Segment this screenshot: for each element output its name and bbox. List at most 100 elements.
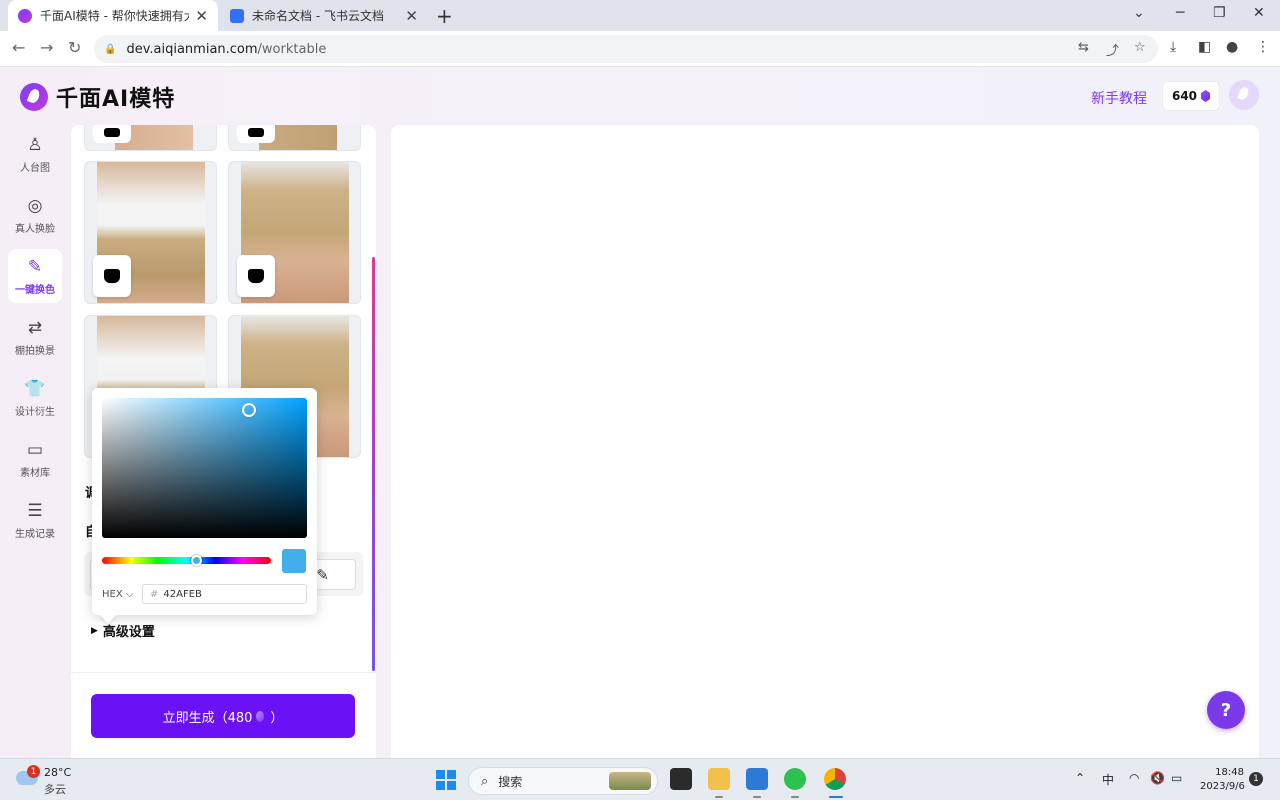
sidebar-item-scene-swap[interactable]: ⇄ 棚拍换景 — [8, 310, 62, 364]
sidebar-item-mannequin[interactable]: ♙ 人台图 — [8, 127, 62, 181]
qianmian-favicon-icon — [18, 8, 32, 23]
side-panel-icon[interactable]: ◧ — [1198, 39, 1211, 55]
garment-thumbnail[interactable] — [228, 125, 361, 151]
garment-thumbnail[interactable] — [84, 125, 217, 151]
eyedropper-icon: ✎ — [316, 565, 329, 584]
tab-feishu-doc[interactable]: 未命名文档 - 飞书云文档 ✕ — [220, 0, 428, 31]
forward-arrow-icon[interactable]: → — [40, 38, 53, 57]
caret-right-icon: ▶ — [91, 625, 98, 636]
panel-scrollbar[interactable] — [372, 257, 375, 671]
tshirt-icon: 👕 — [24, 378, 46, 399]
brand-name: 千面AI模特 — [56, 87, 176, 112]
garment-mask-icon — [93, 125, 131, 143]
generate-button[interactable]: 立即生成（480 ） — [91, 694, 355, 738]
windows-taskbar: 1 28°C 多云 ⌕ 搜索 ⌃ 中 ◠ 🔇 ▭ 18:48 2023/9/6 … — [0, 758, 1280, 800]
hex-input[interactable]: # 42AFEB — [142, 584, 307, 604]
url-text: dev.aiqianmian.com/worktable — [126, 42, 326, 57]
app-root: 千面AI模特 新手教程 640 ♙ 人台图 ◎ 真人换脸 ✎ 一键换色 ⇄ 棚拍… — [0, 67, 1280, 758]
close-tab-icon[interactable]: ✕ — [405, 7, 418, 25]
sidebar-item-history[interactable]: ☰ 生成记录 — [8, 493, 62, 547]
tab-title: 千面AI模特 - 帮你快速拥有大牌同 — [40, 9, 189, 23]
search-highlight-image — [609, 772, 651, 790]
color-preview — [282, 549, 306, 573]
advanced-settings-toggle[interactable]: ▶ 高级设置 — [91, 621, 155, 640]
battery-icon[interactable]: ▭ — [1171, 771, 1182, 785]
skirt-mask-icon — [93, 255, 131, 297]
wifi-icon[interactable]: ◠ — [1129, 771, 1139, 785]
browser-menu-icon[interactable]: ⋮ — [1256, 39, 1270, 55]
result-canvas — [391, 125, 1259, 758]
volume-muted-icon[interactable]: 🔇 — [1150, 771, 1165, 785]
hue-slider[interactable] — [102, 557, 271, 564]
saturation-value-area[interactable] — [102, 398, 307, 538]
credits-badge[interactable]: 640 — [1162, 81, 1220, 111]
avatar[interactable] — [1229, 80, 1259, 110]
url-host: dev.aiqianmian.com — [126, 41, 258, 57]
reload-icon[interactable]: ↻ — [68, 38, 81, 57]
help-button[interactable]: ? — [1207, 691, 1245, 729]
mail-app-icon[interactable] — [746, 768, 768, 790]
close-tab-icon[interactable]: ✕ — [195, 7, 208, 25]
sidebar-item-label: 一键换色 — [15, 284, 55, 296]
garment-thumbnail[interactable] — [84, 161, 217, 304]
chrome-icon[interactable] — [824, 768, 846, 790]
saturation-handle[interactable] — [242, 403, 256, 417]
weather-badge: 1 — [27, 765, 40, 778]
thumbnail-row-partial — [84, 125, 361, 151]
tab-search-chevron-icon[interactable]: ⌄ — [1133, 5, 1145, 21]
clock-time: 18:48 — [1215, 767, 1244, 778]
color-picker-popover: HEX ⌵ # 42AFEB — [92, 388, 317, 615]
sidebar: ♙ 人台图 ◎ 真人换脸 ✎ 一键换色 ⇄ 棚拍换景 👕 设计衍生 ▭ 素材库 … — [8, 127, 62, 554]
url-path: /worktable — [257, 41, 327, 57]
paint-bucket-icon: ✎ — [27, 256, 43, 277]
credits-count: 640 — [1171, 89, 1198, 103]
lock-icon: 🔒 — [104, 43, 117, 55]
back-arrow-icon[interactable]: ← — [12, 38, 25, 57]
sidebar-item-library[interactable]: ▭ 素材库 — [8, 432, 62, 486]
hex-value: 42AFEB — [163, 588, 202, 600]
ime-indicator[interactable]: 中 — [1102, 771, 1114, 788]
sidebar-item-design[interactable]: 👕 设计衍生 — [8, 371, 62, 425]
color-format-select[interactable]: HEX ⌵ — [102, 589, 133, 600]
list-icon: ☰ — [27, 500, 43, 521]
restore-button[interactable]: ❐ — [1213, 5, 1226, 21]
task-view-icon[interactable] — [670, 768, 692, 790]
share-icon[interactable]: ⤴ — [1106, 40, 1119, 59]
download-icon[interactable]: ⤓ — [1170, 39, 1176, 55]
taskbar-search[interactable]: ⌕ 搜索 — [468, 767, 658, 795]
url-omnibox[interactable]: 🔒 dev.aiqianmian.com/worktable ⇆ ⤴ ☆ — [94, 35, 1158, 63]
tutorial-link[interactable]: 新手教程 — [1091, 88, 1147, 108]
weather-desc: 多云 — [44, 783, 66, 796]
wechat-icon[interactable] — [784, 768, 806, 790]
running-indicator — [753, 796, 761, 798]
sidebar-item-label: 素材库 — [20, 467, 50, 479]
garment-thumbnail[interactable] — [228, 161, 361, 304]
gem-icon — [1201, 90, 1211, 102]
hue-slider-handle[interactable] — [191, 555, 202, 566]
notification-badge[interactable]: 1 — [1249, 772, 1263, 786]
brand[interactable]: 千面AI模特 — [20, 81, 175, 113]
profile-icon[interactable]: ● — [1226, 39, 1238, 55]
folder-icon: ▭ — [26, 439, 44, 460]
search-icon: ⌕ — [481, 773, 489, 789]
advanced-settings-label: 高级设置 — [102, 625, 155, 640]
sidebar-item-label: 棚拍换景 — [15, 345, 55, 357]
feishu-doc-favicon-icon — [230, 8, 244, 23]
close-window-button[interactable]: ✕ — [1253, 5, 1265, 21]
question-mark-icon: ? — [1220, 699, 1232, 721]
sidebar-item-label: 真人换脸 — [15, 223, 55, 235]
tab-qianmian[interactable]: 千面AI模特 - 帮你快速拥有大牌同 ✕ — [8, 0, 218, 31]
address-bar: ← → ↻ 🔒 dev.aiqianmian.com/worktable ⇆ ⤴… — [0, 31, 1280, 67]
tray-chevron-up-icon[interactable]: ⌃ — [1075, 771, 1085, 785]
minimize-button[interactable]: ─ — [1176, 5, 1184, 21]
translate-icon[interactable]: ⇆ — [1078, 40, 1089, 55]
color-format-label: HEX — [102, 589, 123, 600]
sidebar-item-face-swap[interactable]: ◎ 真人换脸 — [8, 188, 62, 242]
system-clock[interactable]: 18:48 2023/9/6 — [1200, 766, 1245, 794]
bookmark-star-icon[interactable]: ☆ — [1134, 40, 1146, 55]
weather-temp: 28°C — [44, 766, 72, 779]
windows-start-icon[interactable] — [436, 770, 456, 790]
sidebar-item-recolor[interactable]: ✎ 一键换色 — [8, 249, 62, 303]
new-tab-button[interactable]: + — [436, 4, 453, 28]
file-explorer-icon[interactable] — [708, 768, 730, 790]
